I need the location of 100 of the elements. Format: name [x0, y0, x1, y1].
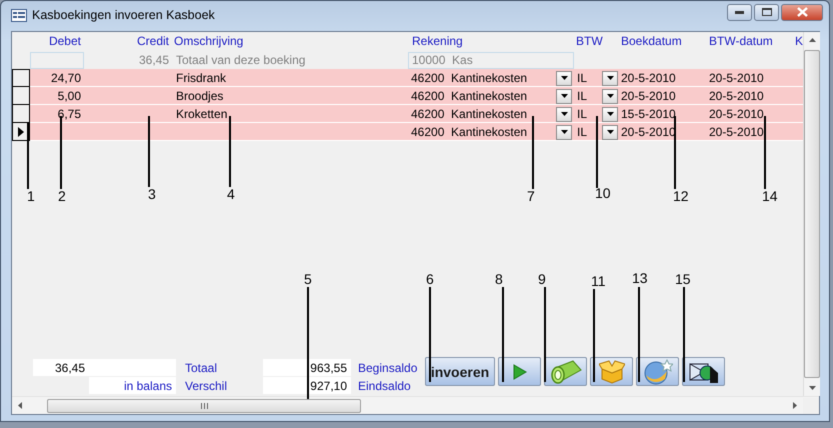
callout-number: 3	[148, 187, 156, 201]
dropdown-button[interactable]	[602, 124, 618, 140]
balance-field: 963,55	[263, 359, 351, 376]
callout-number: 14	[762, 189, 778, 203]
table-cell-text: IL	[576, 71, 588, 85]
balance-field: 927,10	[263, 377, 351, 394]
column-header: BTW	[575, 34, 602, 48]
dropdown-button[interactable]	[602, 70, 618, 86]
callout-number: 11	[591, 274, 606, 288]
dropdown-button[interactable]	[556, 70, 572, 86]
column-header: Debet	[48, 34, 82, 48]
leader-line	[27, 123, 28, 189]
field-label: Verschil	[184, 378, 228, 394]
dropdown-arrow-icon	[560, 94, 568, 98]
exit-button[interactable]	[682, 357, 725, 386]
play-icon	[512, 364, 526, 380]
form-icon	[11, 8, 27, 22]
scroll-up-icon	[808, 38, 816, 42]
column-header: Omschrijving	[173, 34, 244, 48]
horizontal-scrollbar[interactable]	[12, 396, 819, 414]
table-cell-text: Totaal van deze boeking	[175, 53, 306, 67]
dropdown-arrow-icon	[606, 76, 614, 80]
table-cell-text: 24,70	[50, 71, 82, 85]
table-cell-text: IL	[576, 125, 588, 139]
table-cell-text: 15-5-2010	[620, 107, 677, 121]
submit-button[interactable]: invoeren	[425, 357, 495, 386]
table-cell-text: 20-5-2010	[620, 89, 677, 103]
table-cell-text: 46200 Kantinekosten	[410, 89, 528, 103]
dropdown-button[interactable]	[602, 88, 618, 104]
table-cell-text: 20-5-2010	[708, 107, 765, 121]
column-header: Credit	[136, 34, 170, 48]
callout-number: 2	[58, 189, 66, 203]
table-cell: 10000 Kas	[408, 52, 574, 68]
callout-number: 1	[27, 189, 35, 203]
callout-number: 15	[675, 272, 691, 286]
flashlight-icon	[548, 360, 582, 384]
table-cell-text: 20-5-2010	[708, 71, 765, 85]
maximize-button[interactable]	[754, 4, 779, 20]
dropdown-arrow-icon	[560, 112, 568, 116]
scroll-left-icon	[18, 402, 22, 409]
dropdown-arrow-icon	[606, 94, 614, 98]
scroll-down-icon	[808, 386, 816, 390]
close-icon	[796, 7, 808, 17]
flashlight-button[interactable]	[544, 357, 587, 386]
leader-line	[229, 116, 230, 187]
table-cell-text: 20-5-2010	[708, 125, 765, 139]
maximize-icon	[762, 8, 772, 16]
callout-number: 12	[673, 189, 689, 203]
table-cell-text: Kroketten	[175, 107, 228, 121]
record-selector[interactable]	[12, 87, 30, 105]
minimize-button[interactable]	[727, 4, 752, 20]
record-selector[interactable]	[12, 105, 30, 123]
empty-cell	[30, 52, 84, 68]
field-label: Eindsaldo	[357, 378, 412, 394]
dropdown-arrow-icon	[560, 76, 568, 80]
table-cell-text: 46200 Kantinekosten	[410, 71, 528, 85]
callout-number: 4	[227, 187, 235, 201]
record-selector[interactable]	[12, 69, 30, 87]
dropdown-arrow-icon	[606, 130, 614, 134]
window-title: Kasboekingen invoeren Kasboek	[32, 8, 216, 22]
total-field: 36,45	[33, 359, 89, 376]
dropdown-button[interactable]	[556, 106, 572, 122]
close-button[interactable]	[781, 4, 823, 20]
callout-number: 10	[595, 186, 611, 200]
globe-icon	[642, 358, 672, 384]
table-cell-text: 46200 Kantinekosten	[410, 107, 528, 121]
leader-line	[148, 116, 150, 187]
callout-number: 9	[538, 272, 546, 286]
column-header: BTW-datum	[708, 34, 774, 48]
callout-number: 6	[426, 272, 434, 286]
table-cell-text: 20-5-2010	[620, 125, 677, 139]
table-cell-text: 5,00	[56, 89, 82, 103]
vertical-scrollbar[interactable]	[803, 32, 820, 396]
play-button[interactable]	[498, 357, 541, 386]
callout-number: 8	[495, 272, 503, 286]
dropdown-button[interactable]	[602, 106, 618, 122]
dropdown-button[interactable]	[556, 88, 572, 104]
table-cell-text: Broodjes	[175, 89, 224, 103]
table-cell-text: 46200 Kantinekosten	[410, 125, 528, 139]
table-cell-text: IL	[576, 89, 588, 103]
status-field: in balans	[89, 377, 176, 394]
scroll-right-icon	[793, 402, 797, 409]
dropdown-arrow-icon	[606, 112, 614, 116]
column-header: Rekening	[411, 34, 464, 48]
column-header: K	[794, 34, 804, 48]
globe-button[interactable]	[636, 357, 679, 386]
field-label: Beginsaldo	[357, 360, 418, 376]
dropdown-button[interactable]	[556, 124, 572, 140]
callout-number: 5	[304, 272, 312, 286]
column-header: Boekdatum	[620, 34, 683, 48]
minimize-icon	[735, 10, 744, 14]
table-cell-text: 20-5-2010	[708, 89, 765, 103]
callout-number: 7	[527, 189, 535, 203]
box-button[interactable]	[590, 357, 633, 386]
box-icon	[598, 360, 624, 384]
field-label: Totaal	[184, 360, 218, 376]
callout-number: 13	[632, 271, 648, 285]
table-cell-text: 36,45	[138, 53, 170, 67]
table-cell-text: 20-5-2010	[620, 71, 677, 85]
leader-line	[596, 116, 598, 188]
